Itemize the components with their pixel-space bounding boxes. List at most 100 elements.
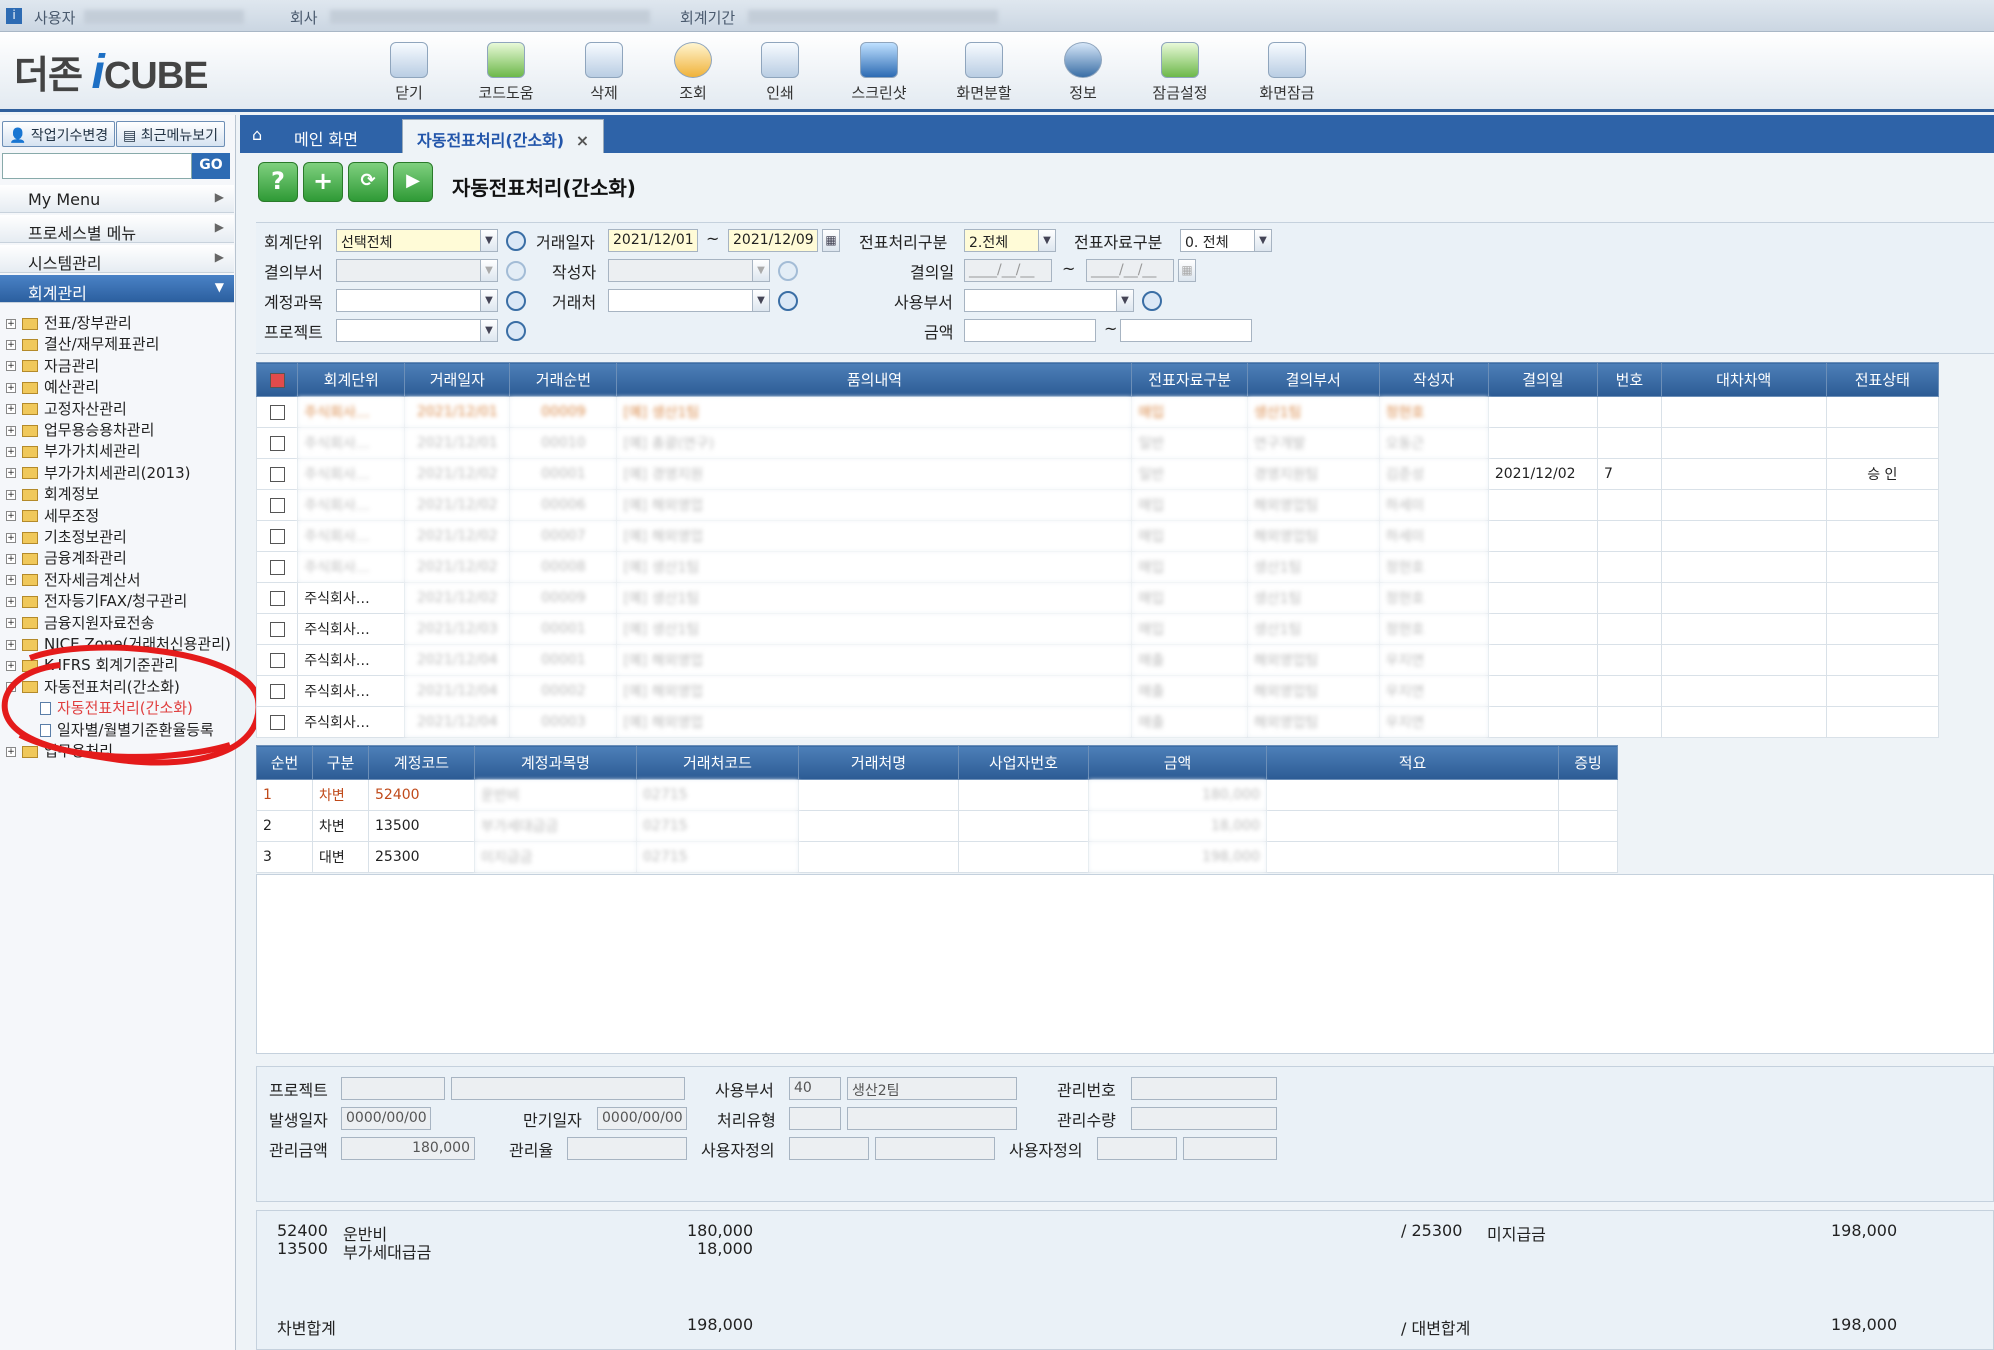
grid1-header[interactable]	[255, 362, 299, 397]
checkbox-cell[interactable]	[255, 644, 299, 676]
table-row[interactable]: 주식회사… 2021/12/02 00009 [예] 생산1팀 매입 생산1팀 정현호	[255, 582, 1940, 614]
expand-icon[interactable]: +	[6, 575, 16, 586]
tree-item[interactable]: - 자동전표처리(간소화)	[6, 676, 180, 697]
menu-system[interactable]: 시스템관리 ▶	[0, 245, 234, 273]
row-checkbox[interactable]	[269, 466, 285, 482]
grid2-header[interactable]: 순번	[256, 745, 313, 780]
info-mgmt-no-input[interactable]	[1131, 1077, 1277, 1100]
chevron-down-icon[interactable]: ▼	[1116, 289, 1134, 312]
info-proc-type-code[interactable]	[789, 1107, 841, 1130]
expand-icon[interactable]: +	[6, 382, 16, 393]
tree-item[interactable]: + 자금관리	[6, 355, 99, 376]
grid1-header[interactable]: 품의내역	[616, 362, 1133, 397]
expand-icon[interactable]: +	[6, 553, 16, 564]
table-row[interactable]: 주식회사… 2021/12/02 00006 [예] 해외영업 매입 해외영업팀 하세미	[255, 489, 1940, 521]
info-mgmt-qty-input[interactable]	[1131, 1107, 1277, 1130]
grid1-header[interactable]: 결의일	[1487, 362, 1598, 397]
table-row[interactable]: 주식회사… 2021/12/02 00008 [예] 생산1팀 매입 생산1팀 정현호	[255, 551, 1940, 583]
info-mgmt-rate-input[interactable]	[567, 1137, 687, 1160]
tree-item[interactable]: + 전자등기FAX/청구관리	[6, 590, 187, 611]
decide-from-input[interactable]: ____/__/__	[964, 259, 1052, 282]
info-use-dept-name[interactable]: 생산2팀	[847, 1077, 1017, 1100]
use-dept-select[interactable]	[964, 289, 1122, 312]
chevron-down-icon[interactable]: ▼	[480, 289, 498, 312]
screen-lock-button[interactable]: 화면잠금	[1248, 42, 1326, 103]
checkbox-cell[interactable]	[255, 706, 299, 738]
tree-item[interactable]: + K-IFRS 회계기준관리	[6, 654, 178, 675]
grid1-header[interactable]: 번호	[1596, 362, 1662, 397]
info-user-def-1a[interactable]	[789, 1137, 869, 1160]
info-due-input[interactable]: 0000/00/00	[597, 1107, 687, 1130]
help-button[interactable]: ?	[258, 162, 298, 202]
tree-item[interactable]: + NICE Zone(거래처신용관리)	[6, 633, 231, 654]
chevron-down-icon[interactable]: ▼	[480, 319, 498, 342]
info-user-def-2a[interactable]	[1097, 1137, 1177, 1160]
expand-icon[interactable]: +	[6, 425, 16, 436]
table-row[interactable]: 2 차변 13500 부가세대급금 02715 18,000	[256, 810, 1618, 842]
table-row[interactable]: 주식회사… 2021/12/01 00009 [예] 생산1팀 매입 생산1팀 정현호	[255, 396, 1940, 428]
grid1-header[interactable]: 전표자료구분	[1131, 362, 1248, 397]
info-user-def-1b[interactable]	[875, 1137, 995, 1160]
info-project-code[interactable]	[341, 1077, 445, 1100]
partner-select[interactable]	[608, 289, 758, 312]
grid1-header[interactable]: 대차차액	[1660, 362, 1827, 397]
row-checkbox[interactable]	[269, 497, 285, 513]
tree-item[interactable]: + 전표/장부관리	[6, 312, 132, 333]
checkbox-cell[interactable]	[255, 458, 299, 490]
search-icon[interactable]	[506, 321, 526, 341]
expand-icon[interactable]: +	[6, 361, 16, 372]
project-select[interactable]	[336, 319, 488, 342]
tree-item[interactable]: + 금융계좌관리	[6, 547, 127, 568]
grid1-header[interactable]: 거래일자	[404, 362, 511, 397]
grid2-header[interactable]: 적요	[1266, 745, 1559, 780]
grid2-header[interactable]: 거래처코드	[636, 745, 799, 780]
grid1-header[interactable]: 결의부서	[1246, 362, 1380, 397]
run-button[interactable]: ▶	[393, 162, 433, 202]
dept-select[interactable]	[336, 259, 488, 282]
tree-item[interactable]: + 금융지원자료전송	[6, 612, 154, 633]
expand-icon[interactable]: -	[6, 682, 16, 693]
tree-item[interactable]: + 부가가치세관리(2013)	[6, 462, 190, 483]
checkbox-cell[interactable]	[255, 396, 299, 428]
search-icon[interactable]	[506, 291, 526, 311]
decide-to-input[interactable]: ____/__/__	[1086, 259, 1174, 282]
grid1-header[interactable]: 전표상태	[1825, 362, 1940, 397]
row-checkbox[interactable]	[269, 652, 285, 668]
calendar-icon[interactable]: ▦	[1178, 259, 1196, 282]
row-checkbox[interactable]	[269, 714, 285, 730]
chevron-down-icon[interactable]: ▼	[1038, 229, 1056, 252]
expand-icon[interactable]: +	[6, 660, 16, 671]
search-icon[interactable]	[778, 291, 798, 311]
calendar-icon[interactable]: ▦	[822, 229, 840, 252]
expand-icon[interactable]: +	[6, 596, 16, 607]
amount-to-input[interactable]	[1120, 319, 1252, 342]
chevron-down-icon[interactable]: ▼	[1254, 229, 1272, 252]
menu-my-menu[interactable]: My Menu ▶	[0, 185, 234, 213]
go-button[interactable]: GO	[192, 153, 230, 179]
close-button[interactable]: 닫기	[370, 42, 448, 103]
proc-select[interactable]: 2.전체	[964, 229, 1044, 252]
menu-process[interactable]: 프로세스별 메뉴 ▶	[0, 215, 234, 243]
info-use-dept-code[interactable]: 40	[789, 1077, 841, 1100]
grid1-header[interactable]: 거래순번	[509, 362, 618, 397]
chevron-down-icon[interactable]: ▼	[752, 259, 770, 282]
expand-icon[interactable]: +	[6, 468, 16, 479]
expand-icon[interactable]: +	[6, 446, 16, 457]
grid2-header[interactable]: 증빙	[1558, 745, 1618, 780]
src-select[interactable]: 0. 전체	[1180, 229, 1258, 252]
tree-item[interactable]: + 기초정보관리	[6, 526, 127, 547]
table-row[interactable]: 주식회사… 2021/12/02 00001 [예] 경영지원 일반 경영지원팀 김준성 20…	[255, 458, 1940, 490]
tab-auto-voucher[interactable]: 자동전표처리(간소화) ×	[402, 119, 605, 153]
chevron-down-icon[interactable]: ▼	[752, 289, 770, 312]
tree-item[interactable]: 자동전표처리(간소화)	[40, 697, 193, 718]
screenshot-button[interactable]: 스크린샷	[840, 42, 918, 103]
checkbox-cell[interactable]	[255, 520, 299, 552]
grid2-header[interactable]: 계정과목명	[474, 745, 637, 780]
table-row[interactable]: 주식회사… 2021/12/02 00007 [예] 해외영업 매입 해외영업팀 하세미	[255, 520, 1940, 552]
expand-icon[interactable]: +	[6, 639, 16, 650]
date-to-input[interactable]: 2021/12/09	[728, 229, 818, 252]
recent-menu-button[interactable]: ▤ 최근메뉴보기	[116, 121, 225, 147]
checkbox-cell[interactable]	[255, 613, 299, 645]
search-icon[interactable]	[778, 261, 798, 281]
table-row[interactable]: 주식회사… 2021/12/04 00002 [예] 해외영업 매출 해외영업팀 우지연	[255, 675, 1940, 707]
